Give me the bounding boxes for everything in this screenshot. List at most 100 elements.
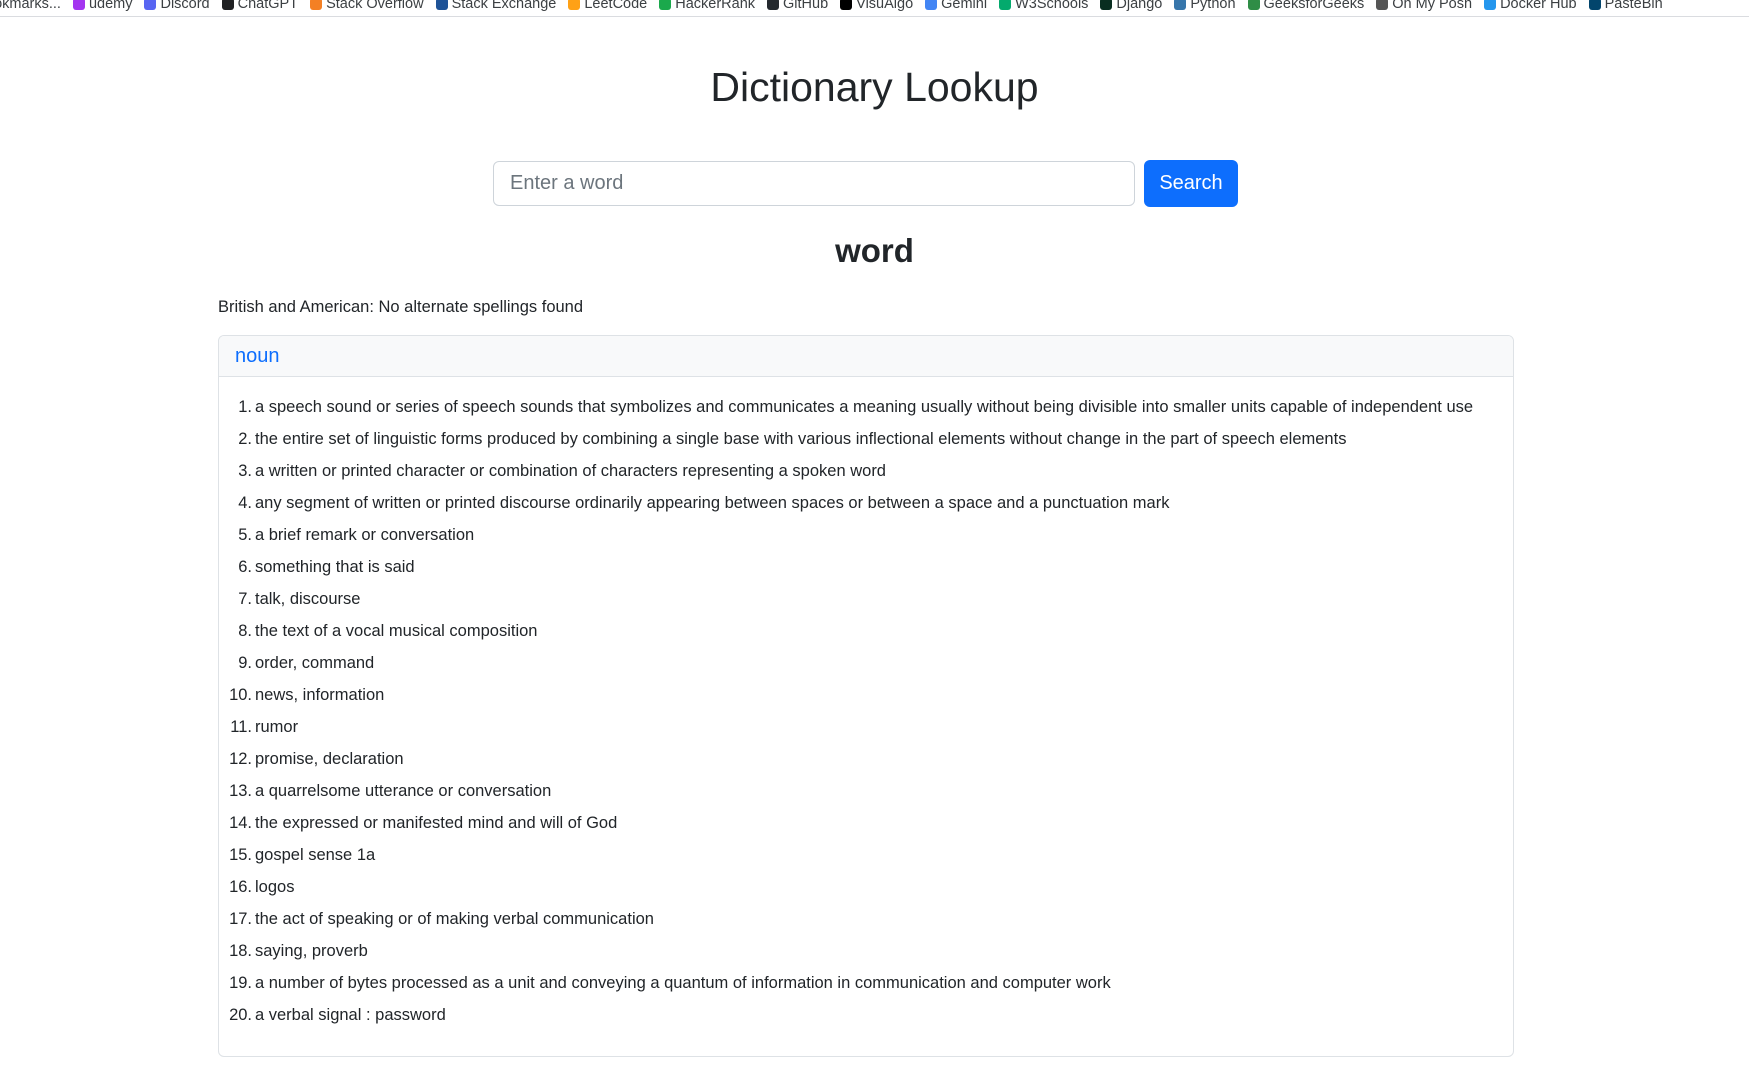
definition-text: order, command [255, 654, 375, 672]
definition-number: 18. [229, 942, 252, 960]
search-form: Search [493, 160, 1238, 207]
bookmark-label: Stack Exchange [451, 0, 557, 12]
definition-number: 7. [238, 590, 252, 608]
geeksforgeeks-icon [1247, 0, 1260, 10]
bookmark-label: udemy [88, 0, 133, 12]
definition-text: rumor [255, 718, 299, 736]
definition-text: the entire set of linguistic forms produ… [255, 430, 1347, 448]
bookmark-item[interactable]: Stack Overflow [310, 0, 424, 12]
bookmark-item[interactable]: LeetCode [568, 0, 647, 12]
search-button[interactable]: Search [1144, 160, 1238, 207]
bookmark-item[interactable]: Oh My Posh [1376, 0, 1472, 12]
bookmark-item[interactable]: HackerRank [659, 0, 755, 12]
definition-number: 13. [229, 782, 252, 800]
leetcode-icon [568, 0, 581, 10]
definition-text: a brief remark or conversation [255, 526, 475, 544]
bookmark-item[interactable]: W3Schools [999, 0, 1088, 12]
definition-number: 2. [238, 430, 252, 448]
bookmark-label: GeeksforGeeks [1263, 0, 1365, 12]
bookmark-label: Gemini [941, 0, 988, 12]
bookmark-item[interactable]: udemy [72, 0, 133, 12]
udemy-icon [72, 0, 85, 10]
definition-card: noun 1. a speech sound or series of speec… [218, 335, 1514, 1057]
definition-text: gospel sense 1a [255, 846, 376, 864]
definition-text: news, information [255, 686, 385, 704]
bookmark-item[interactable]: ChatGPT [221, 0, 299, 12]
definition-text: a number of bytes processed as a unit an… [255, 974, 1111, 992]
definition-item: 15. gospel sense 1a [219, 839, 1513, 871]
definition-number: 4. [238, 494, 252, 512]
chatgpt-icon [221, 0, 234, 10]
discord-icon [144, 0, 157, 10]
bookmark-item[interactable]: Django [1100, 0, 1162, 12]
definition-number: 16. [229, 878, 252, 896]
django-icon [1100, 0, 1113, 10]
gemini-icon [925, 0, 938, 10]
bookmark-label: Stack Overflow [326, 0, 424, 12]
ohmyposh-icon [1376, 0, 1389, 10]
bookmark-item[interactable]: PasteBin [1588, 0, 1663, 12]
definition-item: 1. a speech sound or series of speech sou… [219, 391, 1513, 423]
bookmark-item[interactable]: Python [1174, 0, 1236, 12]
definition-number: 5. [238, 526, 252, 544]
github-icon [767, 0, 780, 10]
bookmark-label: VisuAlgo [856, 0, 914, 12]
definition-text: the act of speaking or of making verbal … [255, 910, 654, 928]
definition-number: 15. [229, 846, 252, 864]
definition-text: the expressed or manifested mind and wil… [255, 814, 618, 832]
definition-number: 6. [238, 558, 252, 576]
search-input[interactable] [493, 161, 1135, 206]
divider [0, 16, 1749, 17]
card-body: 1. a speech sound or series of speech sou… [219, 377, 1513, 1031]
definition-text: something that is said [255, 558, 415, 576]
card-header: noun [219, 336, 1513, 377]
definition-text: a verbal signal : password [255, 1006, 446, 1024]
bookmarks-bar: ookmarks... udemy Discord ChatGPT Stack Over… [0, 0, 1749, 17]
python-icon [1174, 0, 1187, 10]
dockerhub-icon [1484, 0, 1497, 10]
visualgo-icon [840, 0, 853, 10]
bookmark-item[interactable]: GitHub [767, 0, 828, 12]
definition-item: 20. a verbal signal : password [219, 999, 1513, 1031]
definition-text: saying, proverb [255, 942, 368, 960]
definition-item: 17. the act of speaking or of making verb… [219, 903, 1513, 935]
bookmark-label: LeetCode [584, 0, 648, 12]
definition-text: promise, declaration [255, 750, 404, 768]
definition-item: 5. a brief remark or conversation [219, 519, 1513, 551]
definition-item: 6. something that is said [219, 551, 1513, 583]
definition-item: 14. the expressed or manifested mind and … [219, 807, 1513, 839]
bookmark-item[interactable]: VisuAlgo [840, 0, 913, 12]
bookmark-label: Docker Hub [1500, 0, 1577, 12]
definition-item: 2. the entire set of linguistic forms pro… [219, 423, 1513, 455]
definition-number: 8. [238, 622, 252, 640]
stackexchange-icon [435, 0, 448, 10]
definition-item: 18. saying, proverb [219, 935, 1513, 967]
bookmark-label: GitHub [783, 0, 829, 12]
definition-text: a written or printed character or combin… [255, 462, 886, 480]
definition-number: 14. [229, 814, 252, 832]
hackerrank-icon [659, 0, 672, 10]
definition-item: 8. the text of a vocal musical compositio… [219, 615, 1513, 647]
bookmark-label: ChatGPT [237, 0, 299, 12]
definition-text: any segment of written or printed discou… [255, 494, 1170, 512]
page-title: Dictionary Lookup [710, 64, 1039, 110]
bookmark-item[interactable]: GeeksforGeeks [1247, 0, 1365, 12]
definition-number: 19. [229, 974, 252, 992]
definition-text: logos [255, 878, 295, 896]
definition-number: 17. [229, 910, 252, 928]
definition-text: a speech sound or series of speech sound… [255, 398, 1474, 416]
definition-item: 7. talk, discourse [219, 583, 1513, 615]
definition-text: a quarrelsome utterance or conversation [255, 782, 552, 800]
bookmark-item[interactable]: Docker Hub [1484, 0, 1577, 12]
spelling-note: British and American: No alternate spell… [218, 298, 584, 316]
bookmark-item[interactable]: Gemini [925, 0, 987, 12]
definition-text: the text of a vocal musical composition [255, 622, 538, 640]
bookmark-item[interactable]: Stack Exchange [435, 0, 557, 12]
bookmark-item[interactable]: ookmarks... [0, 0, 61, 12]
bookmark-label: Oh My Posh [1392, 0, 1473, 12]
definition-item: 13. a quarrelsome utterance or conversati… [219, 775, 1513, 807]
definition-number: 10. [229, 686, 252, 704]
definition-item: 4. any segment of written or printed disc… [219, 487, 1513, 519]
definition-item: 19. a number of bytes processed as a unit… [219, 967, 1513, 999]
bookmark-item[interactable]: Discord [144, 0, 210, 12]
